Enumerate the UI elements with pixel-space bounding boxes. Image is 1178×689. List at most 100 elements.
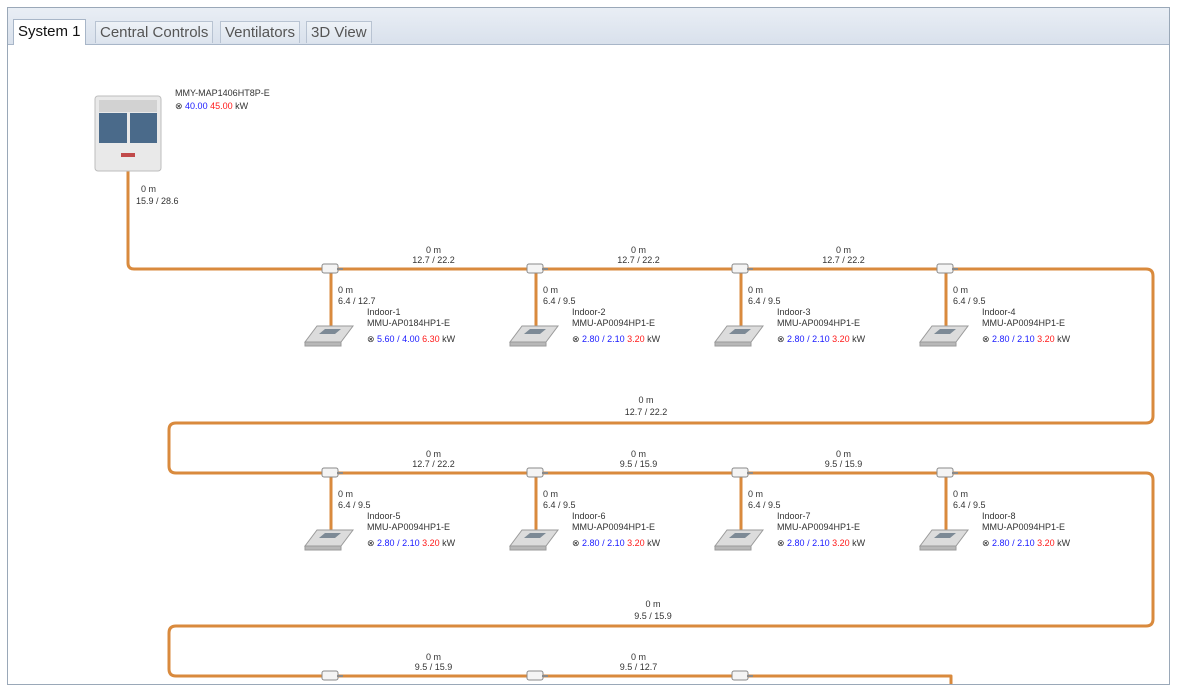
refnet-joint-icon [321,263,339,274]
indoor-name-label: Indoor-5 [367,511,401,521]
tab-strip: System 1 Central Controls Ventilators 3D… [8,8,1169,45]
indoor-capacity-unit: kW [442,538,456,548]
row1-segment-length: 0 m [631,245,646,255]
return2-length: 0 m [645,599,660,609]
indoor-capacity-unit: kW [442,334,456,344]
refnet-joint-icon [526,263,544,274]
refnet-joint[interactable] [526,467,548,478]
fan-icon: ⊗ [777,334,787,344]
indoor-heating-capacity: 3.20 [832,538,852,548]
indoor-drop-size: 6.4 / 9.5 [953,296,986,306]
piping-diagram-canvas[interactable]: MMY-MAP1406HT8P-E ⊗ 40.00 45.00 kW 0 m 15.9… [8,45,1169,684]
indoor-model-label: MMU-AP0094HP1-E [982,522,1065,532]
indoor-unit-6[interactable] [509,529,559,551]
indoor-cooling-capacity: 2.80 / [992,334,1017,344]
indoor-sensible-capacity: 2.10 [402,538,422,548]
row3-segment-size: 9.5 / 15.9 [415,662,453,672]
indoor-name-label: Indoor-4 [982,307,1016,317]
row3-segment-length: 0 m [631,652,646,662]
fan-icon: ⊗ [982,538,992,548]
indoor-capacity: ⊗ 2.80 / 2.10 3.20 kW [367,538,456,548]
indoor-capacity-unit: kW [1057,334,1071,344]
indoor-unit-7[interactable] [714,529,764,551]
refnet-joint[interactable] [321,263,343,274]
fan-icon: ⊗ [572,334,582,344]
outdoor-heating-capacity: 45.00 [210,101,235,111]
refnet-joint-icon [321,670,339,681]
row3-segment-length: 0 m [426,652,441,662]
indoor-drop-length: 0 m [953,285,968,295]
indoor-cooling-capacity: 2.80 / [992,538,1017,548]
row3-segment-size: 9.5 / 12.7 [620,662,658,672]
indoor-unit-5[interactable] [304,529,354,551]
indoor-unit-8[interactable] [919,529,969,551]
indoor-name-label: Indoor-1 [367,307,401,317]
indoor-drop-size: 6.4 / 9.5 [953,500,986,510]
indoor-unit-1[interactable] [304,325,354,347]
indoor-drop-length: 0 m [748,489,763,499]
outdoor-cooling-capacity: 40.00 [185,101,210,111]
row1-segment-size: 12.7 / 22.2 [617,255,660,265]
outdoor-pipe-size: 15.9 / 28.6 [136,196,179,206]
refnet-joint[interactable] [731,467,753,478]
outdoor-unit-logo [121,153,135,157]
indoor-cooling-capacity: 2.80 / [377,538,402,548]
refnet-joint-icon [936,263,954,274]
fan-icon: ⊗ [367,538,377,548]
row2-segment-length: 0 m [631,449,646,459]
indoor-unit-4[interactable] [919,325,969,347]
indoor-drop-length: 0 m [338,489,353,499]
cassette-unit-base [509,341,547,347]
refnet-joint-icon [936,467,954,478]
cassette-unit-base [304,341,342,347]
indoor-drop-size: 6.4 / 9.5 [338,500,371,510]
cassette-unit-base [714,545,752,551]
indoor-drop-length: 0 m [953,489,968,499]
indoor-capacity-unit: kW [1057,538,1071,548]
fan-icon: ⊗ [982,334,992,344]
refnet-joint[interactable] [526,263,548,274]
refnet-joint[interactable] [526,670,548,681]
return1-size: 12.7 / 22.2 [625,407,668,417]
refnet-joint[interactable] [731,670,753,681]
indoor-name-label: Indoor-3 [777,307,811,317]
outdoor-unit[interactable] [94,95,162,172]
refnet-joint[interactable] [936,467,958,478]
tab-3d-view[interactable]: 3D View [306,21,372,43]
refnet-joint[interactable] [321,670,343,681]
return1-length: 0 m [638,395,653,405]
indoor-name-label: Indoor-2 [572,307,606,317]
tab-central-controls[interactable]: Central Controls [95,21,214,43]
application-window: System 1 Central Controls Ventilators 3D… [0,0,1178,689]
indoor-drop-size: 6.4 / 9.5 [748,296,781,306]
refnet-joint[interactable] [936,263,958,274]
indoor-capacity: ⊗ 2.80 / 2.10 3.20 kW [777,538,866,548]
refnet-joint-icon [731,263,749,274]
tab-ventilators[interactable]: Ventilators [220,21,301,43]
indoor-unit-2[interactable] [509,325,559,347]
indoor-cooling-capacity: 2.80 / [582,538,607,548]
indoor-heating-capacity: 6.30 [422,334,442,344]
refnet-joint-icon [526,670,544,681]
indoor-model-label: MMU-AP0094HP1-E [572,522,655,532]
tab-system-1[interactable]: System 1 [13,19,86,45]
indoor-heating-capacity: 3.20 [1037,334,1057,344]
refnet-joint[interactable] [731,263,753,274]
refnet-joint-icon [321,467,339,478]
refnet-joint-icon [526,467,544,478]
indoor-drop-length: 0 m [543,489,558,499]
indoor-capacity: ⊗ 2.80 / 2.10 3.20 kW [982,334,1071,344]
indoor-model-label: MMU-AP0094HP1-E [777,318,860,328]
indoor-unit-3[interactable] [714,325,764,347]
cassette-unit-base [304,545,342,551]
indoor-heating-capacity: 3.20 [832,334,852,344]
indoor-model-label: MMU-AP0094HP1-E [572,318,655,328]
indoor-capacity-unit: kW [852,538,866,548]
indoor-drop-size: 6.4 / 12.7 [338,296,376,306]
refnet-joint[interactable] [321,467,343,478]
row2-segment-size: 9.5 / 15.9 [825,459,863,469]
return2-size: 9.5 / 15.9 [634,611,672,621]
cassette-unit-base [919,545,957,551]
indoor-sensible-capacity: 2.10 [812,334,832,344]
cassette-unit-base [509,545,547,551]
